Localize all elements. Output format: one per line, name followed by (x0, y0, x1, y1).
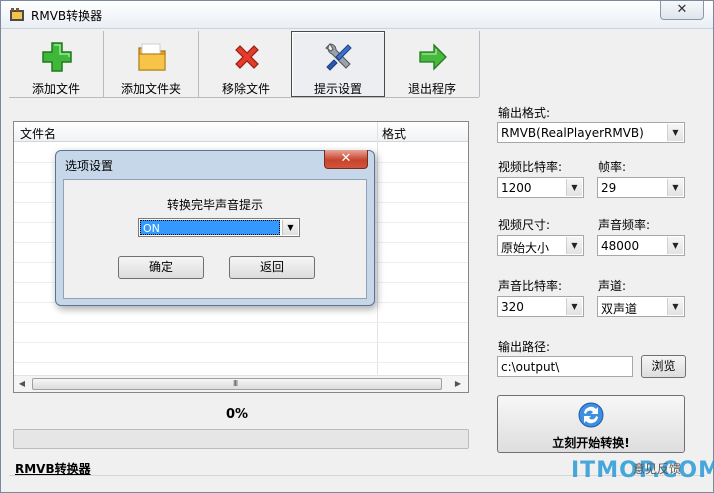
feedback-link[interactable]: 意见反馈 (633, 460, 681, 477)
chevron-down-icon[interactable]: ▼ (566, 237, 582, 254)
scroll-grip: III (233, 379, 238, 388)
channel-value: 双声道 (601, 302, 638, 316)
video-size-value: 原始大小 (501, 241, 550, 255)
sound-prompt-label: 转换完毕声音提示 (166, 198, 263, 212)
options-dialog: 选项设置 ✕ 转换完毕声音提示 ON ▼ 确定 返回 (55, 150, 375, 306)
audio-bitrate-value: 320 (501, 300, 524, 314)
video-bitrate-label: 视频比特率: (498, 160, 563, 174)
progress-percent: 0% (225, 407, 249, 422)
exit-button[interactable]: 退出程序 (385, 31, 479, 97)
prompt-settings-label: 提示设置 (313, 82, 362, 96)
window-close-button[interactable]: ✕ (660, 1, 704, 20)
folder-icon (138, 43, 166, 71)
toolbar: 添加文件 添加文件夹 移除文件 提示设置 退出程序 (9, 31, 480, 97)
sound-prompt-value: ON (140, 220, 280, 235)
column-filename[interactable]: 文件名 (20, 125, 56, 142)
video-bitrate-value: 1200 (501, 181, 532, 195)
output-path-input[interactable]: c:\output\ (497, 356, 633, 377)
audio-frequency-label: 声音频率: (598, 218, 651, 232)
exit-label: 退出程序 (407, 82, 456, 96)
output-format-value: RMVB(RealPlayerRMVB) (501, 126, 644, 140)
video-size-select[interactable]: 原始大小 ▼ (497, 235, 584, 256)
toolbar-divider (479, 31, 480, 97)
sound-prompt-select[interactable]: ON ▼ (138, 218, 300, 237)
output-format-label: 输出格式: (498, 106, 551, 120)
tools-icon (325, 43, 352, 71)
chevron-down-icon[interactable]: ▼ (667, 124, 683, 141)
chevron-down-icon[interactable]: ▼ (667, 298, 683, 315)
window-title: RMVB转换器 (31, 9, 103, 23)
grid-line (14, 342, 468, 343)
remove-icon (235, 45, 259, 69)
output-path-label: 输出路径: (498, 340, 551, 354)
convert-refresh-icon (578, 402, 604, 428)
dialog-close-button[interactable]: ✕ (324, 150, 368, 169)
exit-arrow-icon (419, 43, 447, 71)
chevron-down-icon[interactable]: ▼ (566, 298, 582, 315)
frame-rate-value: 29 (601, 181, 617, 195)
file-list-header: 文件名 格式 (14, 122, 468, 142)
scroll-thumb[interactable]: III (32, 378, 442, 390)
horizontal-scrollbar[interactable]: ◀ III ▶ (14, 375, 468, 392)
toolbar-baseline (9, 97, 479, 98)
plus-icon (42, 42, 72, 72)
remove-file-button[interactable]: 移除文件 (199, 31, 293, 97)
scroll-left-icon[interactable]: ◀ (15, 378, 29, 390)
video-size-label: 视频尺寸: (498, 218, 551, 232)
column-divider (377, 122, 378, 374)
remove-file-label: 移除文件 (221, 82, 270, 96)
grid-line (14, 322, 468, 323)
audio-frequency-select[interactable]: 48000 ▼ (597, 235, 685, 256)
progress-bar (13, 429, 469, 449)
dialog-title: 选项设置 (65, 159, 114, 173)
frame-rate-label: 帧率: (598, 160, 627, 174)
video-bitrate-select[interactable]: 1200 ▼ (497, 177, 584, 198)
title-bar[interactable]: RMVB转换器 ✕ (1, 1, 713, 29)
audio-bitrate-select[interactable]: 320 ▼ (497, 296, 584, 317)
prompt-settings-button[interactable]: 提示设置 (291, 31, 385, 97)
add-folder-label: 添加文件夹 (120, 82, 181, 96)
chevron-down-icon[interactable]: ▼ (282, 220, 298, 235)
audio-bitrate-label: 声音比特率: (498, 279, 563, 293)
scroll-right-icon[interactable]: ▶ (451, 378, 465, 390)
add-folder-button[interactable]: 添加文件夹 (104, 31, 198, 97)
channel-select[interactable]: 双声道 ▼ (597, 296, 685, 317)
start-convert-button[interactable]: 立刻开始转换! (497, 395, 685, 453)
grid-line (14, 362, 468, 363)
chevron-down-icon[interactable]: ▼ (566, 179, 582, 196)
back-button[interactable]: 返回 (229, 256, 315, 279)
channel-label: 声道: (598, 279, 627, 293)
add-file-button[interactable]: 添加文件 (9, 31, 103, 97)
chevron-down-icon[interactable]: ▼ (667, 237, 683, 254)
add-file-label: 添加文件 (31, 82, 80, 96)
output-format-select[interactable]: RMVB(RealPlayerRMVB) ▼ (497, 122, 685, 143)
column-format[interactable]: 格式 (382, 125, 406, 142)
browse-button[interactable]: 浏览 (641, 355, 686, 378)
frame-rate-select[interactable]: 29 ▼ (597, 177, 685, 198)
start-convert-label: 立刻开始转换! (552, 436, 630, 450)
app-film-icon (10, 8, 24, 21)
chevron-down-icon[interactable]: ▼ (667, 179, 683, 196)
audio-frequency-value: 48000 (601, 239, 640, 253)
ok-button[interactable]: 确定 (118, 256, 204, 279)
dialog-body: 转换完毕声音提示 ON ▼ 确定 返回 (63, 179, 367, 299)
output-path-value: c:\output\ (501, 360, 560, 374)
